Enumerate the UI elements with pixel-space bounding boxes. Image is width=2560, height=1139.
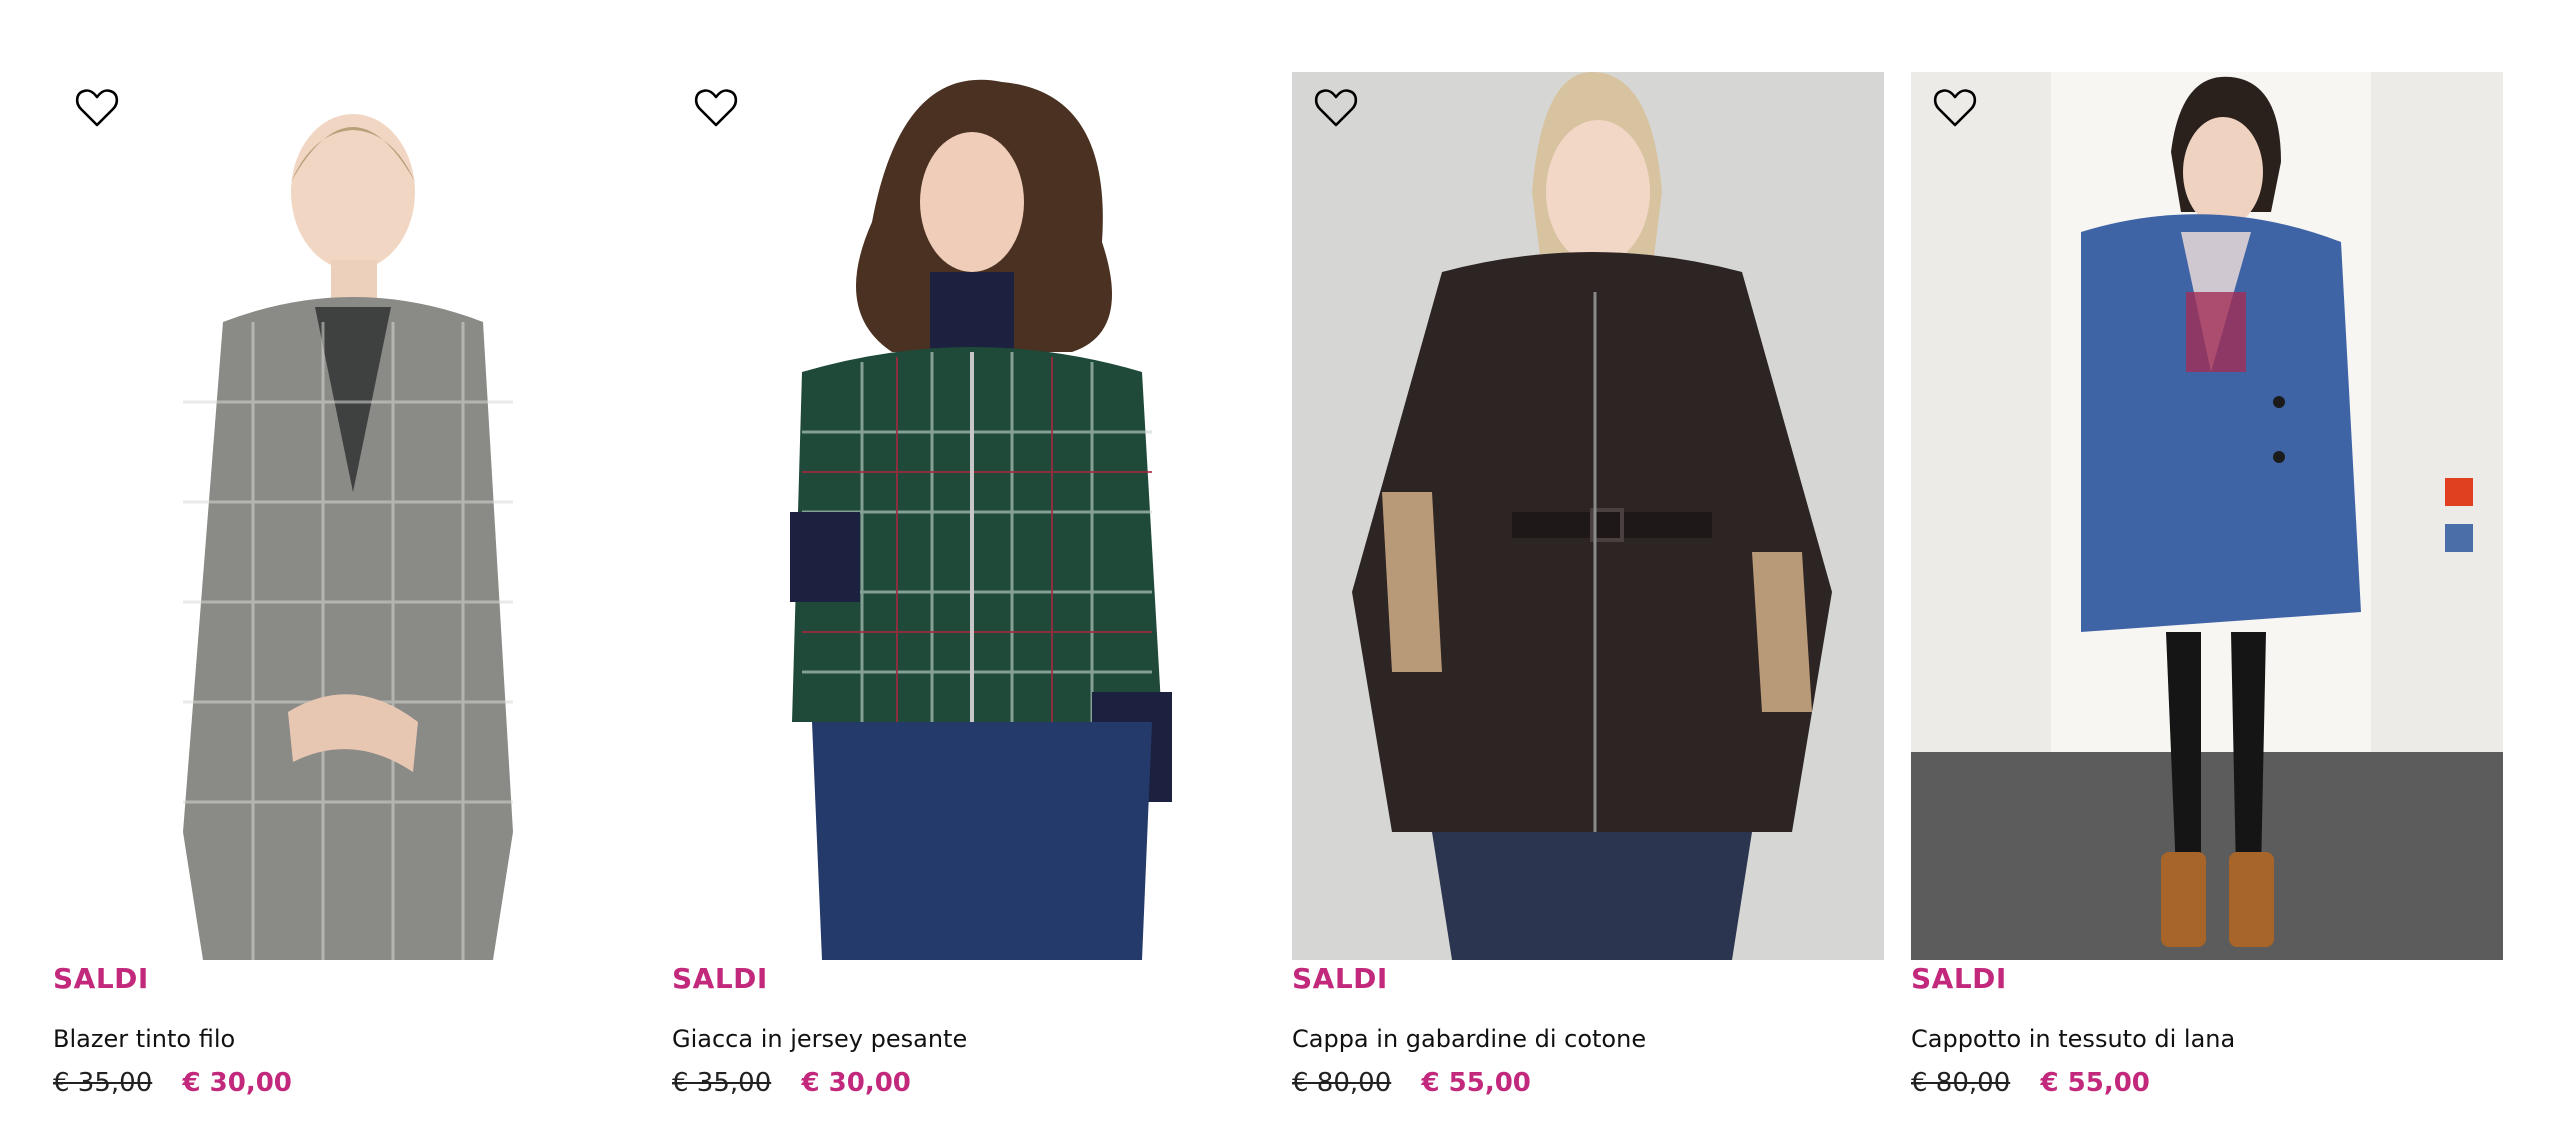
original-price: € 80,00 [1292, 1068, 1392, 1098]
sale-badge: SALDI [1911, 962, 2007, 995]
product-card[interactable] [1911, 72, 2503, 960]
product-photo[interactable] [1292, 72, 1884, 960]
product-photo[interactable] [53, 72, 645, 960]
wishlist-heart-icon[interactable] [1931, 84, 1979, 132]
price-row: € 80,00 € 55,00 [1292, 1068, 1531, 1098]
product-card[interactable] [672, 72, 1264, 960]
color-swatch-red[interactable] [2445, 478, 2473, 506]
product-name[interactable]: Cappotto in tessuto di lana [1911, 1025, 2235, 1053]
product-image-container[interactable] [53, 72, 645, 960]
original-price: € 80,00 [1911, 1068, 2011, 1098]
sale-badge: SALDI [53, 962, 149, 995]
product-card[interactable] [53, 72, 645, 960]
sale-price: € 55,00 [2040, 1068, 2150, 1098]
wishlist-heart-icon[interactable] [73, 84, 121, 132]
sale-price: € 55,00 [1421, 1068, 1531, 1098]
sale-badge: SALDI [1292, 962, 1388, 995]
product-photo[interactable] [1911, 72, 2503, 960]
original-price: € 35,00 [53, 1068, 153, 1098]
original-price: € 35,00 [672, 1068, 772, 1098]
product-image-container[interactable] [672, 72, 1264, 960]
price-row: € 35,00 € 30,00 [53, 1068, 292, 1098]
product-image-container[interactable] [1911, 72, 2503, 960]
product-photo[interactable] [672, 72, 1264, 960]
sale-badge: SALDI [672, 962, 768, 995]
sale-price: € 30,00 [182, 1068, 292, 1098]
product-name[interactable]: Cappa in gabardine di cotone [1292, 1025, 1646, 1053]
price-row: € 80,00 € 55,00 [1911, 1068, 2150, 1098]
product-image-container[interactable] [1292, 72, 1884, 960]
color-swatch-blue[interactable] [2445, 524, 2473, 552]
wishlist-heart-icon[interactable] [1312, 84, 1360, 132]
wishlist-heart-icon[interactable] [692, 84, 740, 132]
product-grid: SALDI Blazer tinto filo € 35,00 € 30,00 [0, 0, 2560, 1139]
color-swatches [2445, 478, 2475, 570]
price-row: € 35,00 € 30,00 [672, 1068, 911, 1098]
product-name[interactable]: Giacca in jersey pesante [672, 1025, 967, 1053]
sale-price: € 30,00 [801, 1068, 911, 1098]
product-card[interactable] [1292, 72, 1884, 960]
product-name[interactable]: Blazer tinto filo [53, 1025, 235, 1053]
